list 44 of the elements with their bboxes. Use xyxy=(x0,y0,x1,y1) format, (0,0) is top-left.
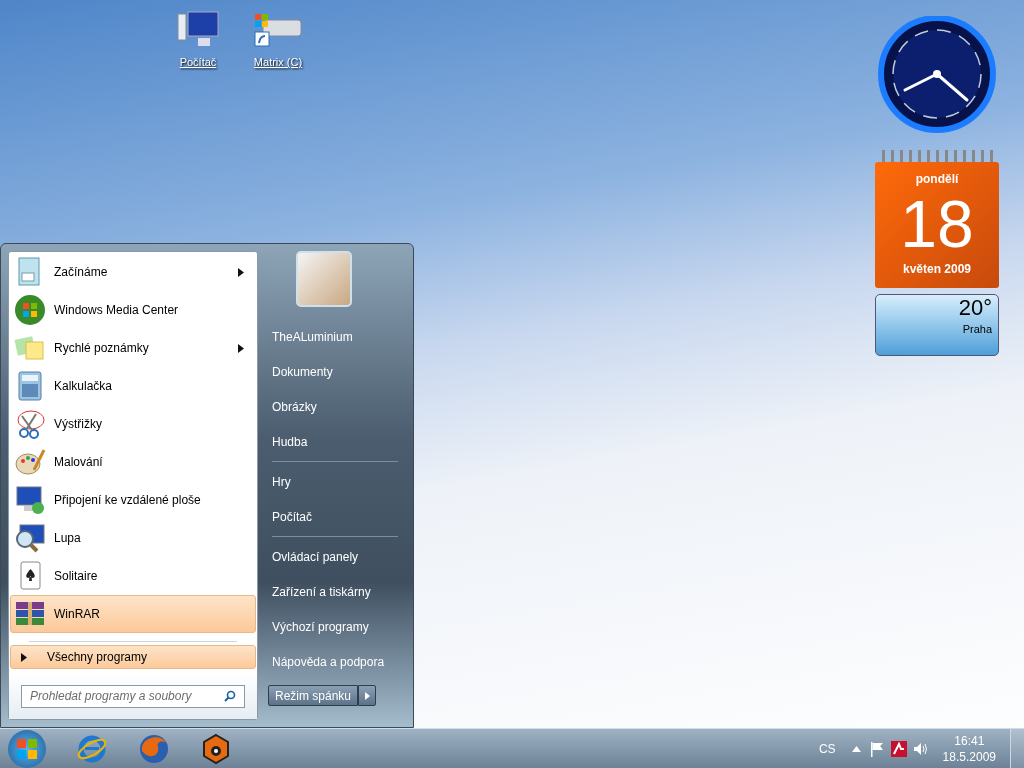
calendar-month-year: květen 2009 xyxy=(902,261,972,278)
magnifier-icon xyxy=(14,522,46,554)
program-item[interactable]: Lupa xyxy=(10,519,256,557)
monitor-icon xyxy=(14,484,46,516)
program-item[interactable]: Připojení ke vzdálené ploše xyxy=(10,481,256,519)
start-menu-link[interactable]: Dokumenty xyxy=(268,354,402,389)
calendar-day: 18 xyxy=(900,188,974,260)
start-menu-link[interactable]: Hudba xyxy=(268,424,402,459)
start-menu-link[interactable]: Zařízení a tiskárny xyxy=(268,574,402,609)
start-menu-link[interactable]: Obrázky xyxy=(268,389,402,424)
search-field[interactable]: Prohledat programy a soubory xyxy=(21,684,245,708)
search-icon xyxy=(224,690,236,702)
start-menu-link[interactable]: Ovládací panely xyxy=(268,539,402,574)
shutdown-options-button[interactable] xyxy=(358,685,377,706)
scissors-icon xyxy=(14,408,46,440)
program-item[interactable]: WinRAR xyxy=(10,595,256,633)
start-button[interactable] xyxy=(8,729,46,768)
windows-logo-icon xyxy=(14,294,46,326)
start-menu-link[interactable]: Počítač xyxy=(268,499,402,534)
program-item[interactable]: Začínáme xyxy=(10,253,256,291)
program-item[interactable]: Malování xyxy=(10,443,256,481)
show-hidden-icons-icon[interactable] xyxy=(851,745,861,752)
program-item[interactable]: Rychlé poznámky xyxy=(10,329,256,367)
calendar-weekday: pondělí xyxy=(915,171,959,188)
submenu-arrow-icon xyxy=(238,343,244,353)
weather-city: Praha xyxy=(962,322,992,337)
weather-temperature: 20° xyxy=(958,295,992,321)
all-programs-item[interactable]: Všechny programy xyxy=(10,645,256,669)
program-item[interactable]: Kalkulačka xyxy=(10,367,256,405)
arrow-right-icon xyxy=(364,691,370,700)
sleep-button[interactable]: Režim spánku xyxy=(268,685,359,706)
program-item[interactable]: Solitaire xyxy=(10,557,256,595)
start-menu-link[interactable]: TheALuminium xyxy=(268,319,402,354)
program-item[interactable]: Windows Media Center xyxy=(10,291,256,329)
program-item[interactable]: Výstřižky xyxy=(10,405,256,443)
show-desktop-button[interactable] xyxy=(1010,728,1024,768)
submenu-arrow-icon xyxy=(238,267,244,277)
start-menu-link[interactable]: Výchozí programy xyxy=(268,609,402,644)
user-picture[interactable] xyxy=(296,251,352,307)
start-menu-link[interactable]: Hry xyxy=(268,464,402,499)
expand-arrow-icon xyxy=(21,652,27,662)
flag-icon[interactable] xyxy=(868,740,885,757)
hexagon-logo-icon[interactable] xyxy=(200,732,232,765)
windows-logo-icon xyxy=(17,738,37,759)
